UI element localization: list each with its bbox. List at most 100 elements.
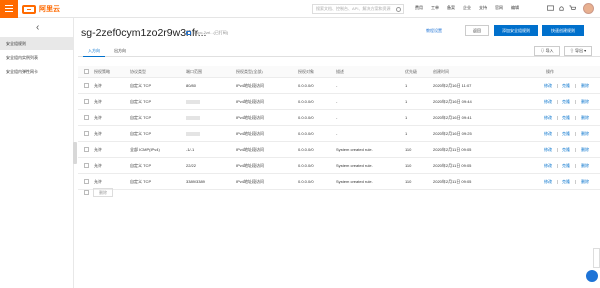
col-actions: 操作	[546, 69, 554, 74]
row-checkbox[interactable]	[84, 163, 89, 168]
edit-action[interactable]: 修改	[544, 174, 552, 190]
nav-item[interactable]: 工单	[428, 5, 442, 11]
nav-item[interactable]: 企业	[460, 5, 474, 11]
help-link[interactable]: 教程设置	[426, 28, 442, 34]
nav-item[interactable]: 编辑	[508, 5, 522, 11]
select-all-checkbox[interactable]	[84, 69, 89, 74]
cell-desc: System created rule.	[336, 147, 373, 152]
brand-name: 阿里云	[39, 6, 60, 13]
table-row: 允许 自定义 TCP IPv4地址段访问 0.0.0.0/0 - 1 2020年2月16日 …	[78, 94, 600, 110]
cell-time: 2020年2月11日 09:05	[433, 163, 472, 168]
cell-auth-type: IPv4地址段访问	[236, 147, 265, 152]
side-dock[interactable]	[593, 248, 600, 268]
action-separator	[557, 164, 558, 168]
row-checkbox[interactable]	[84, 99, 89, 104]
clone-action[interactable]: 克隆	[562, 78, 570, 94]
delete-button[interactable]: 删除	[93, 188, 113, 197]
clone-action[interactable]: 克隆	[562, 110, 570, 126]
logo[interactable]: 阿里云	[22, 3, 60, 15]
cell-priority: 1	[405, 99, 408, 104]
edit-action[interactable]: 修改	[544, 158, 552, 174]
cell-protocol: 自定义 TCP	[130, 99, 152, 104]
delete-action[interactable]: 删除	[581, 94, 589, 110]
nav-item[interactable]: 官网	[492, 5, 506, 11]
nav-item[interactable]: 备案	[444, 5, 458, 11]
action-separator	[557, 180, 558, 184]
action-separator	[575, 100, 576, 104]
cell-policy: 允许	[94, 83, 102, 88]
delete-action[interactable]: 删除	[581, 142, 589, 158]
clone-action[interactable]: 克隆	[562, 142, 570, 158]
table-row: 允许 自定义 TCP IPv4地址段访问 0.0.0.0/0 - 1 2020年2月16日 …	[78, 126, 600, 142]
tab-inbound[interactable]: 入方向	[83, 45, 105, 57]
table-row: 允许 自定义 TCP 3389/3389 IPv4地址段访问 0.0.0.0/0 Syst…	[78, 174, 600, 190]
nav-item[interactable]: 费用	[412, 5, 426, 11]
delete-action[interactable]: 删除	[581, 78, 589, 94]
cell-protocol: 自定义 TCP	[130, 179, 152, 184]
footer-checkbox[interactable]	[84, 190, 89, 195]
clone-action[interactable]: 克隆	[562, 174, 570, 190]
cell-port	[186, 110, 200, 126]
tab-outbound[interactable]: 出方向	[109, 45, 131, 57]
sidebar-item-rules[interactable]: 安全组规则	[0, 37, 74, 50]
add-rule-button[interactable]: 添加安全组规则	[494, 25, 538, 36]
sidebar-item-eni[interactable]: 安全组内弹性网卡	[0, 65, 74, 78]
search-input[interactable]: 搜索文档、控制台、API、解决方案和资源	[312, 4, 404, 14]
delete-action[interactable]: 删除	[581, 126, 589, 142]
cell-protocol: 自定义 TCP	[130, 131, 152, 136]
edit-action[interactable]: 修改	[544, 78, 552, 94]
bell-icon[interactable]	[558, 5, 565, 12]
cell-policy: 允许	[94, 131, 102, 136]
vpc-subtitle[interactable]: / vpc-2zrl...(已打码)	[194, 30, 228, 36]
delete-action[interactable]: 删除	[581, 110, 589, 126]
quick-create-button[interactable]: 快速创建规则	[542, 25, 584, 36]
link-icon[interactable]	[186, 31, 191, 35]
clone-action[interactable]: 克隆	[562, 94, 570, 110]
edit-action[interactable]: 修改	[544, 110, 552, 126]
export-button[interactable]: ⇧ 导出 ▾	[564, 46, 592, 56]
sidebar-collapse-handle[interactable]	[73, 142, 77, 164]
cell-priority: 1	[405, 131, 408, 136]
row-checkbox[interactable]	[84, 115, 89, 120]
export-label: 导出	[575, 48, 583, 53]
action-separator	[557, 116, 558, 120]
avatar[interactable]	[583, 3, 594, 14]
screen-icon[interactable]	[547, 5, 554, 12]
cell-desc: System created rule.	[336, 163, 373, 168]
action-separator	[575, 132, 576, 136]
cell-protocol: 自定义 TCP	[130, 163, 152, 168]
cell-priority: 1	[405, 115, 408, 120]
search-placeholder: 搜索文档、控制台、API、解决方案和资源	[316, 6, 391, 11]
edit-action[interactable]: 修改	[544, 94, 552, 110]
cell-port: 3389/3389	[186, 179, 205, 184]
delete-action[interactable]: 删除	[581, 174, 589, 190]
edit-action[interactable]: 修改	[544, 126, 552, 142]
cell-protocol: 自定义 TCP	[130, 83, 152, 88]
row-checkbox[interactable]	[84, 131, 89, 136]
col-auth-type[interactable]: 授权类型(全部)	[236, 66, 263, 78]
chat-icon[interactable]	[586, 270, 598, 282]
nav-item[interactable]: 支持	[476, 5, 490, 11]
row-checkbox[interactable]	[84, 83, 89, 88]
search-icon[interactable]	[396, 7, 401, 12]
clone-action[interactable]: 克隆	[562, 158, 570, 174]
cart-icon[interactable]	[569, 5, 576, 12]
redacted-port	[186, 115, 200, 120]
menu-icon[interactable]	[0, 0, 18, 18]
cell-auth-type: IPv4地址段访问	[236, 83, 265, 88]
sidebar-item-instances[interactable]: 安全组内实例列表	[0, 51, 74, 64]
cell-protocol: 自定义 TCP	[130, 115, 152, 120]
cell-priority: 110	[405, 147, 412, 152]
import-button[interactable]: ⇩ 导入	[534, 46, 560, 56]
delete-action[interactable]: 删除	[581, 158, 589, 174]
redacted-port	[186, 131, 200, 136]
clone-action[interactable]: 克隆	[562, 126, 570, 142]
table-row: 允许 自定义 TCP 22/22 IPv4地址段访问 0.0.0.0/0 System c…	[78, 158, 600, 174]
row-checkbox[interactable]	[84, 147, 89, 152]
back-button[interactable]: 返回	[465, 25, 489, 36]
col-policy: 授权策略	[94, 69, 110, 74]
edit-action[interactable]: 修改	[544, 142, 552, 158]
cell-object: 0.0.0.0/0	[298, 179, 314, 184]
row-checkbox[interactable]	[84, 179, 89, 184]
chevron-left-icon[interactable]: ‹	[36, 22, 39, 33]
